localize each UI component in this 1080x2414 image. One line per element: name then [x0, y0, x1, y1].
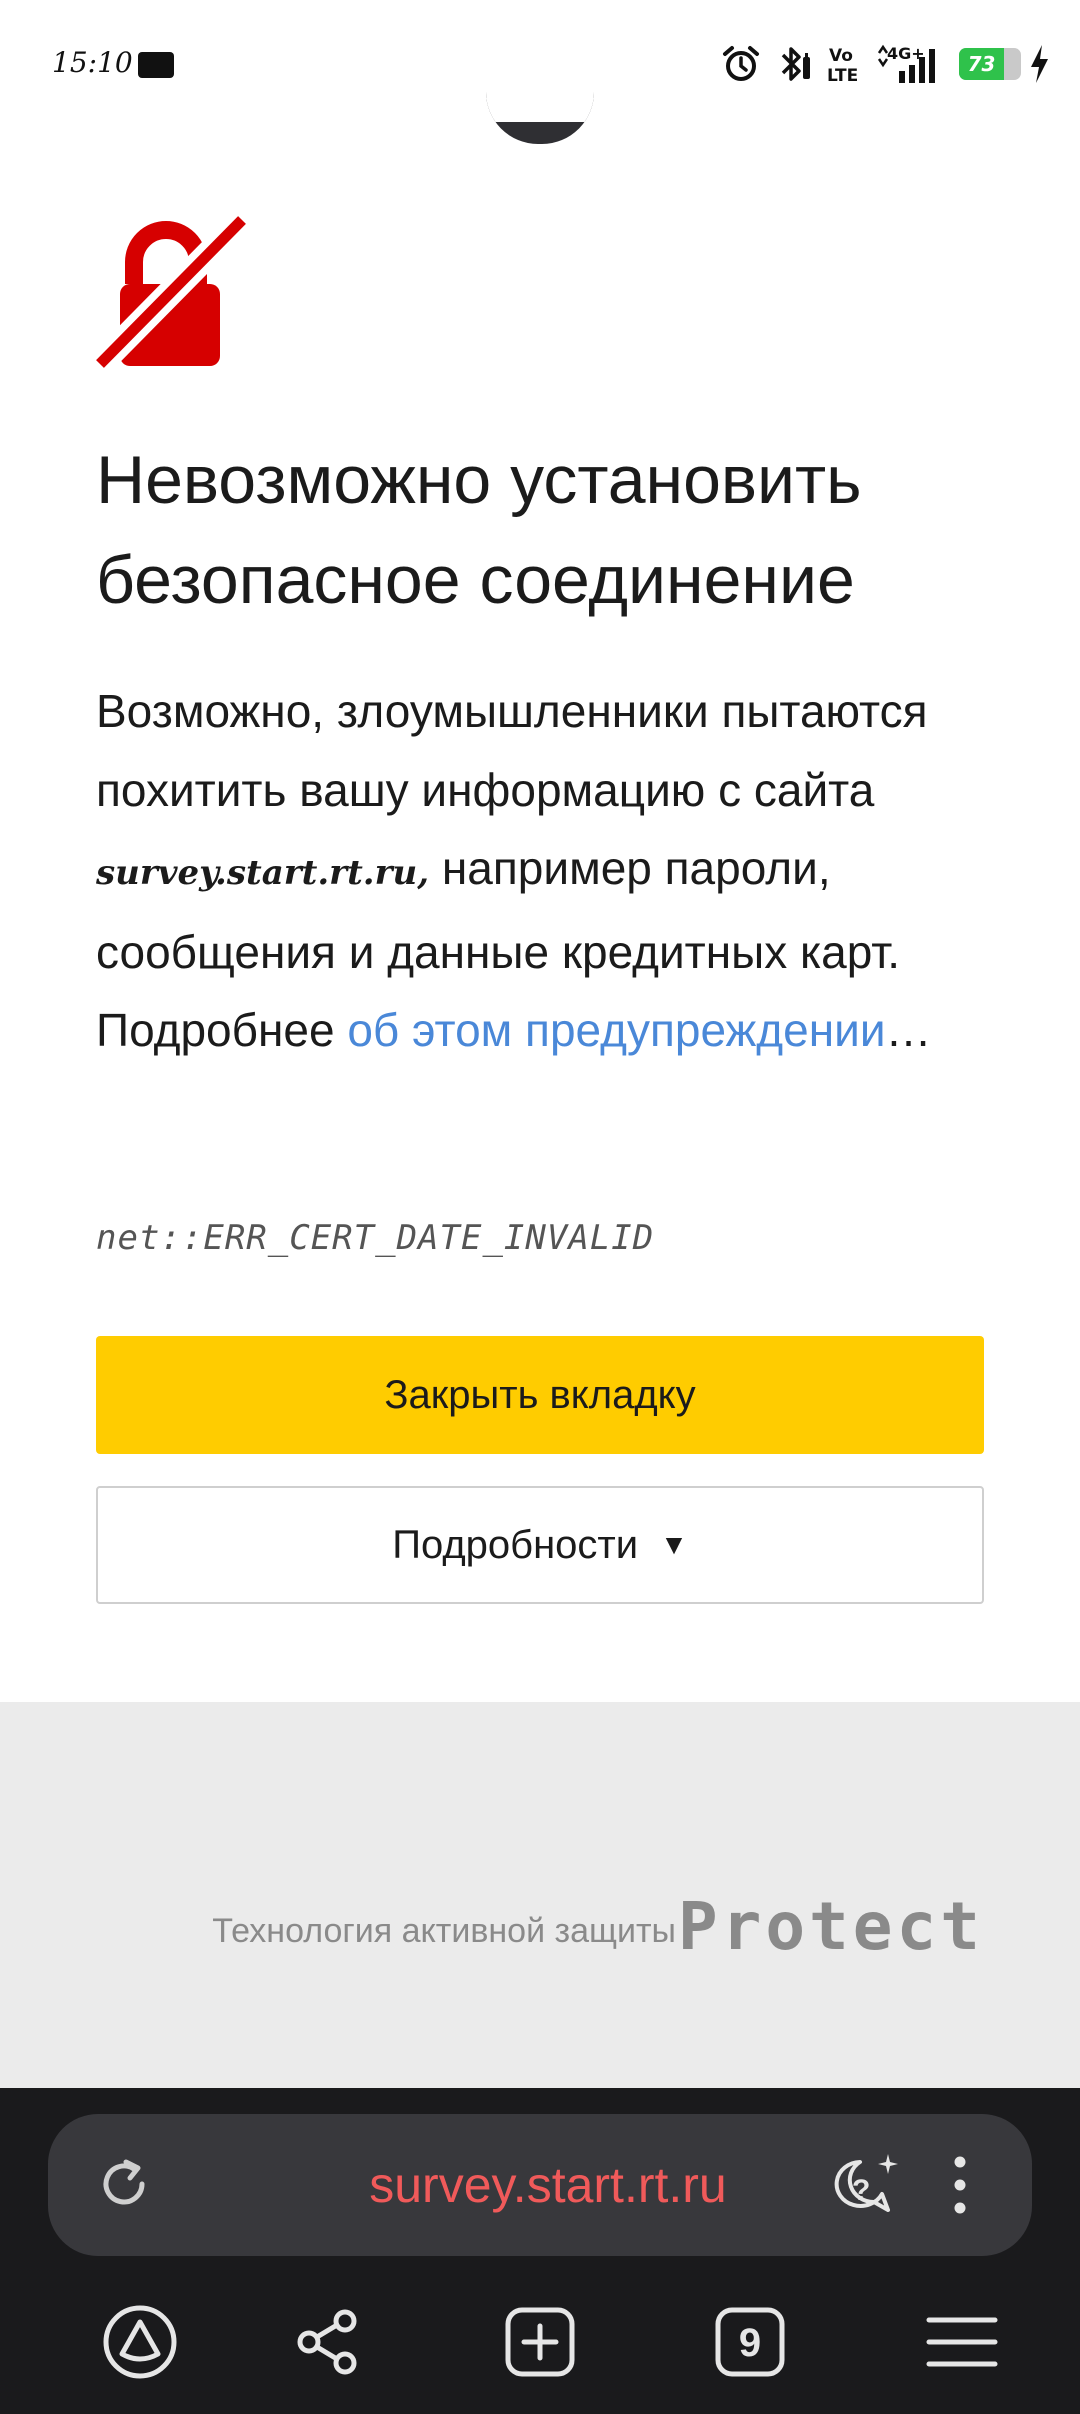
omnibox[interactable]: survey.start.rt.ru ?: [48, 2114, 1032, 2256]
charging-icon: [1031, 45, 1048, 83]
alice-icon: [103, 2305, 177, 2379]
ellipsis: …: [885, 1004, 932, 1056]
alice-assistant-button[interactable]: [82, 2284, 198, 2400]
tabs-count: 9: [739, 2321, 761, 2365]
volte-icon: Vo LTE: [827, 46, 858, 85]
reload-icon[interactable]: [94, 2154, 154, 2214]
chevron-down-icon: ▼: [660, 1529, 688, 1560]
browser-bottom-bar: survey.start.rt.ru ? 9: [0, 2088, 1080, 2414]
protect-footer: Технология активной защиты Protect: [0, 1702, 1080, 2088]
alarm-icon: [723, 46, 759, 81]
status-icons: Vo LTE 4G+ 73: [721, 40, 1050, 88]
details-button-label: Подробности: [392, 1522, 639, 1567]
close-tab-button[interactable]: Закрыть вкладку: [96, 1336, 984, 1454]
share-button[interactable]: [270, 2284, 386, 2400]
signal-icon: 4G+: [877, 44, 935, 83]
main-menu-button[interactable]: [904, 2284, 1020, 2400]
warning-text-part1: Возможно, злоумышленники пытаются похити…: [96, 685, 928, 816]
page-title: Невозможно установить безопасное соедине…: [96, 442, 862, 618]
status-time: 15:10: [52, 46, 133, 79]
bluetooth-icon: [781, 47, 810, 81]
more-menu-icon[interactable]: [950, 2154, 970, 2216]
pull-to-refresh-indicator: [486, 92, 594, 144]
tabs-button[interactable]: 9: [692, 2284, 808, 2400]
url-text[interactable]: survey.start.rt.ru: [248, 2114, 848, 2256]
battery-indicator: 73: [959, 48, 1021, 80]
warning-text: Возможно, злоумышленники пытаются похити…: [96, 672, 996, 1070]
bottom-navigation: 9: [0, 2284, 1080, 2400]
volte-line1: Vo: [829, 46, 853, 66]
learn-more-link[interactable]: об этом предупреждении: [347, 1004, 885, 1056]
battery-level: 73: [967, 52, 996, 76]
protect-logo: Protect: [677, 1888, 984, 1965]
error-code: net::ERR_CERT_DATE_INVALID: [96, 1218, 655, 1258]
ai-assistant-icon[interactable]: ?: [830, 2150, 900, 2220]
new-tab-button[interactable]: [482, 2284, 598, 2400]
protect-label: Технология активной защиты: [212, 1912, 676, 1950]
plus-square-icon: [505, 2307, 575, 2377]
details-button[interactable]: Подробности ▼: [96, 1486, 984, 1604]
broken-lock-icon: [96, 214, 246, 368]
notification-app-icon: [138, 52, 174, 78]
share-icon: [297, 2309, 357, 2375]
site-domain: survey.start.rt.ru,: [96, 853, 430, 893]
tabs-counter-icon: 9: [715, 2307, 785, 2377]
svg-text:?: ?: [852, 2174, 870, 2207]
volte-line2: LTE: [827, 66, 858, 85]
hamburger-menu-icon: [926, 2317, 998, 2367]
